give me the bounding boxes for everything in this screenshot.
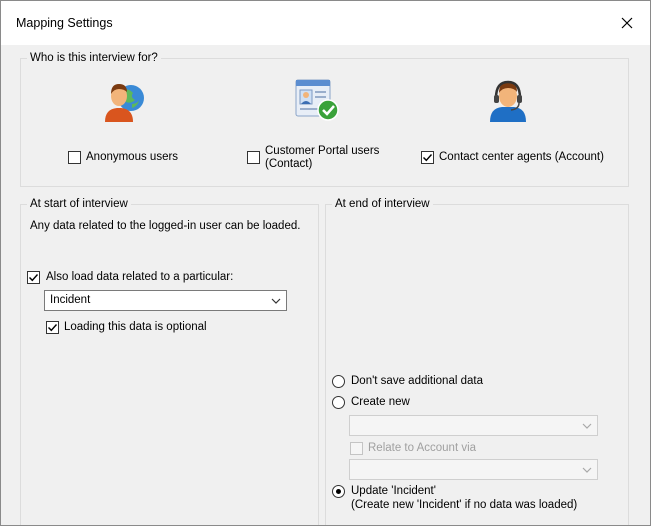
customer-portal-users-sublabel: (Contact) <box>265 158 313 170</box>
dialog-body: Who is this interview for? Anonymous use… <box>1 45 650 525</box>
contact-center-agents-checkbox[interactable] <box>421 151 434 164</box>
relate-to-account-label: Relate to Account via <box>368 442 477 454</box>
optional-loading-checkbox[interactable] <box>46 321 59 334</box>
anonymous-users-label: Anonymous users <box>86 151 179 163</box>
anonymous-users-checkbox[interactable] <box>68 151 81 164</box>
customer-portal-users-checkbox[interactable] <box>247 151 260 164</box>
chevron-down-icon <box>582 423 592 429</box>
relate-to-account-checkbox[interactable] <box>350 442 363 455</box>
create-new-label: Create new <box>351 396 410 408</box>
chevron-down-icon <box>271 298 281 304</box>
relate-to-account-select[interactable] <box>349 459 598 480</box>
customer-portal-users-label: Customer Portal users <box>265 145 380 157</box>
close-button[interactable] <box>604 1 650 45</box>
create-new-radio[interactable] <box>332 396 345 409</box>
mapping-settings-dialog: Mapping Settings Who is this interview f… <box>0 0 651 526</box>
dont-save-radio[interactable] <box>332 375 345 388</box>
dont-save-label: Don't save additional data <box>351 375 483 387</box>
chevron-down-icon <box>582 467 592 473</box>
also-load-checkbox[interactable] <box>27 271 40 284</box>
start-description: Any data related to the logged-in user c… <box>30 220 301 232</box>
update-incident-sublabel: (Create new 'Incident' if no data was lo… <box>351 499 578 511</box>
end-legend: At end of interview <box>335 198 430 210</box>
contact-center-agent-icon <box>490 80 526 122</box>
radio-selected-dot <box>336 489 341 494</box>
checkmark-icon <box>48 324 58 332</box>
anonymous-user-icon <box>105 84 144 122</box>
close-icon <box>621 17 633 29</box>
who-legend: Who is this interview for? <box>30 52 158 64</box>
entity-select[interactable]: Incident <box>44 290 287 311</box>
entity-select-value: Incident <box>50 294 91 306</box>
window-title: Mapping Settings <box>16 16 113 30</box>
checkmark-icon <box>29 274 39 282</box>
optional-loading-label: Loading this data is optional <box>64 321 207 333</box>
create-new-select[interactable] <box>349 415 598 436</box>
also-load-label: Also load data related to a particular: <box>46 271 234 283</box>
start-legend: At start of interview <box>30 198 128 210</box>
update-incident-radio[interactable] <box>332 485 345 498</box>
title-bar: Mapping Settings <box>1 1 650 45</box>
update-incident-label: Update 'Incident' <box>351 485 436 497</box>
start-of-interview-group: At start of interview <box>20 198 319 525</box>
checkmark-icon <box>423 154 433 162</box>
contact-center-agents-label: Contact center agents (Account) <box>439 151 604 163</box>
customer-portal-icon <box>295 79 339 121</box>
